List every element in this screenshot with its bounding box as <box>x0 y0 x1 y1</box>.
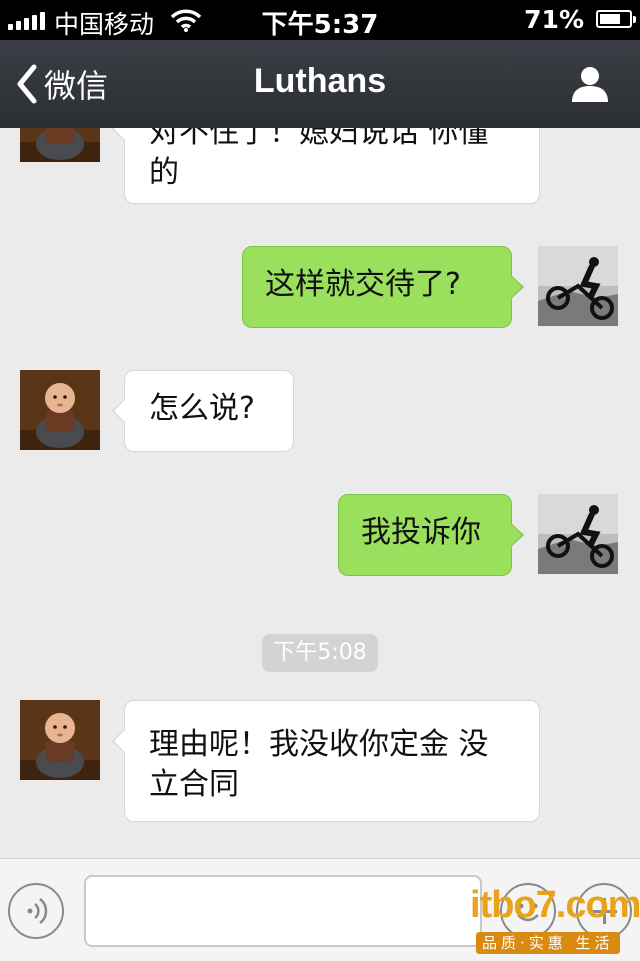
watermark-logo: itbo7.com 品质·实惠 生活 <box>470 884 640 958</box>
message-bubble-incoming[interactable]: 怎么说? <box>112 370 294 452</box>
message-text: 的 <box>149 155 179 190</box>
contact-avatar[interactable] <box>20 370 100 450</box>
timestamp-pill: 下午5:08 <box>262 634 378 672</box>
watermark-text: itbo7.com <box>470 884 640 926</box>
message-text: 这样就交待了? <box>265 267 461 302</box>
chat-title: Luthans <box>253 62 387 100</box>
battery-percent: 71% <box>524 5 584 34</box>
message-text: 立合同 <box>149 767 239 802</box>
battery-icon <box>596 10 636 28</box>
chat-area[interactable]: 对不住了！媳妇说话 你懂 的 这样就交待了? 怎么说? 我投诉你 下午5:08 … <box>0 128 640 858</box>
nav-bar: 微信 Luthans <box>0 40 640 128</box>
message-bubble-incoming[interactable]: 对不住了！媳妇说话 你懂 的 <box>112 128 540 204</box>
voice-icon <box>27 898 48 924</box>
watermark-tagline: 品质·实惠 生活 <box>476 932 620 954</box>
my-avatar[interactable] <box>538 246 618 326</box>
contact-avatar[interactable] <box>20 700 100 780</box>
message-text: 怎么说? <box>149 391 255 426</box>
message-input[interactable] <box>84 875 482 947</box>
contact-avatar[interactable] <box>20 128 100 162</box>
message-text: 理由呢！我没收你定金 没 <box>149 727 489 762</box>
message-text: 我投诉你 <box>361 515 481 550</box>
message-text: 对不住了！媳妇说话 你懂 <box>149 128 489 150</box>
person-icon[interactable] <box>570 64 610 104</box>
my-avatar[interactable] <box>538 494 618 574</box>
voice-button[interactable] <box>8 883 64 939</box>
status-bar: 中国移动 下午5:37 71% <box>0 0 640 40</box>
message-bubble-outgoing[interactable]: 这样就交待了? <box>242 246 524 328</box>
message-bubble-incoming[interactable]: 理由呢！我没收你定金 没 立合同 <box>112 700 540 822</box>
message-bubble-outgoing[interactable]: 我投诉你 <box>338 494 524 576</box>
